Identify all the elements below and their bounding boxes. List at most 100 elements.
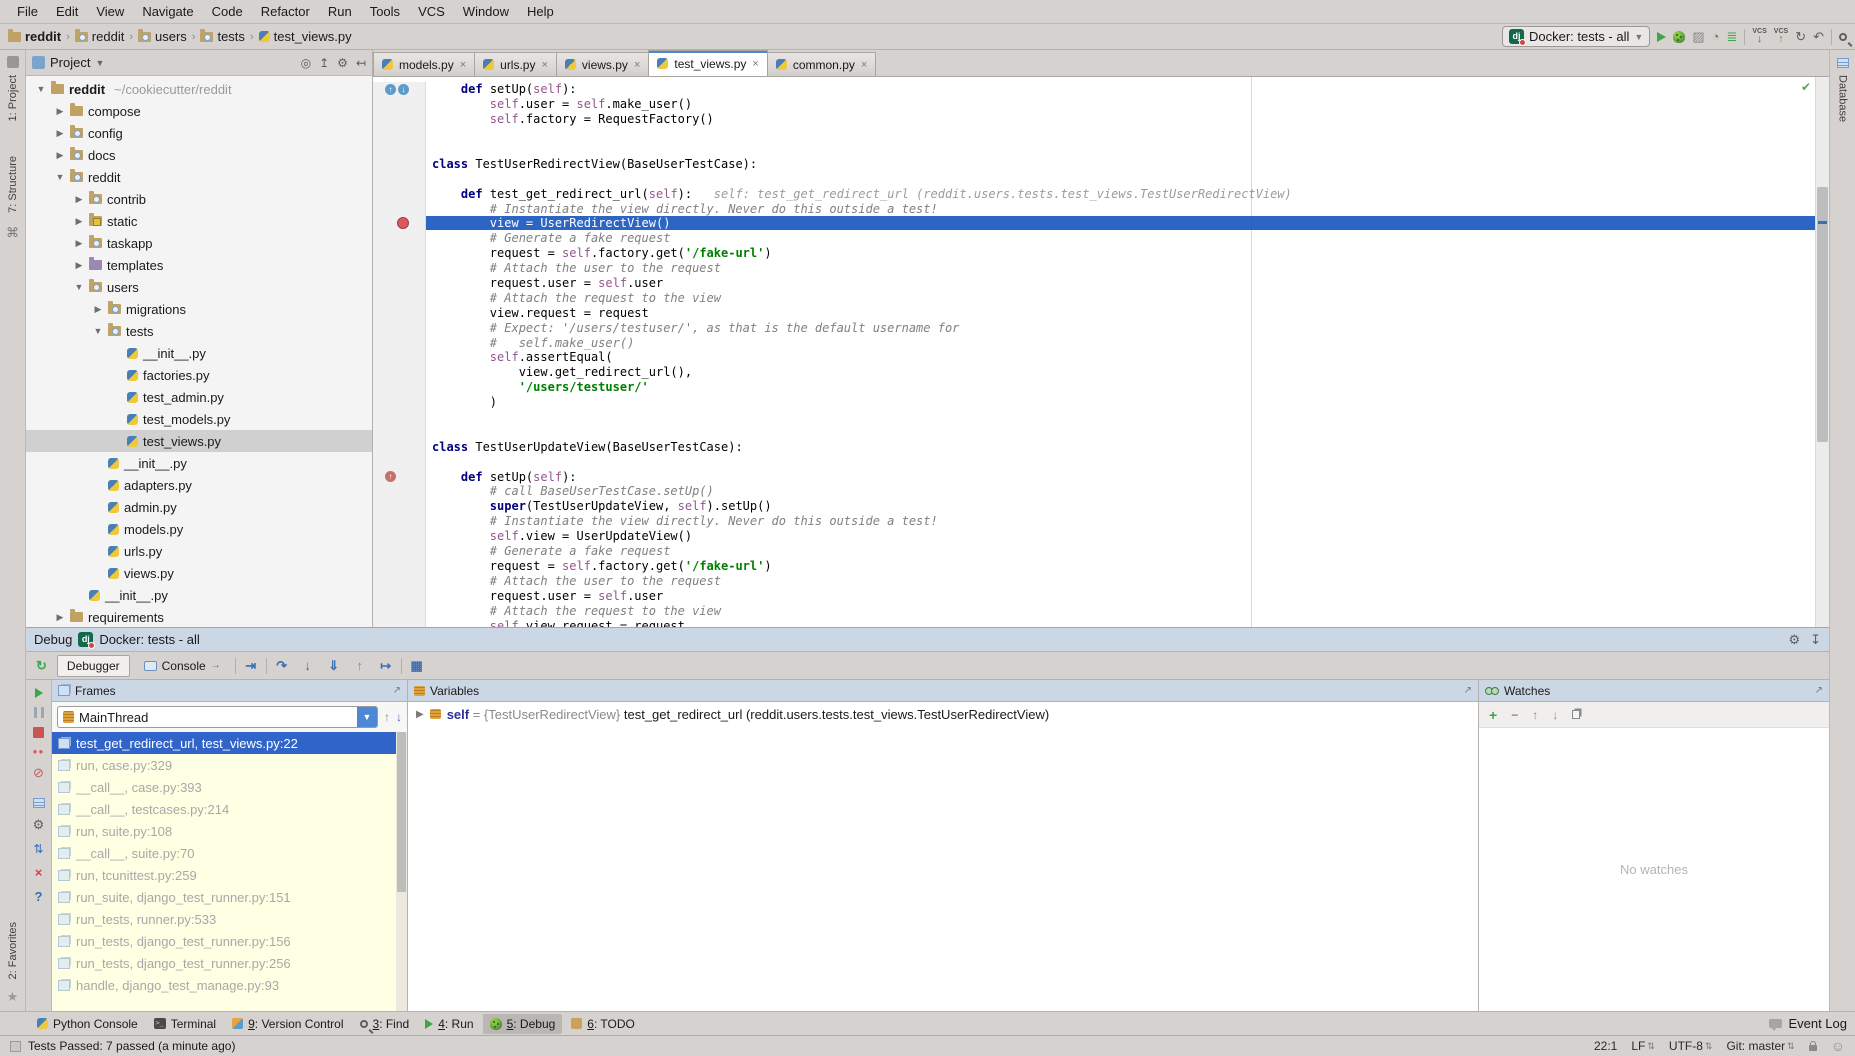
editor-tab-views-py[interactable]: views.py× — [556, 52, 649, 76]
step-over-button[interactable]: ↷ — [271, 658, 293, 674]
step-into-button[interactable]: ↓ — [297, 658, 319, 673]
code-text[interactable]: # Instantiate the view directly. Never d… — [426, 514, 1829, 528]
gutter[interactable] — [373, 424, 426, 439]
gutter[interactable] — [373, 529, 426, 544]
menu-edit[interactable]: Edit — [47, 2, 87, 21]
tab-console[interactable]: Console → — [134, 655, 231, 677]
gutter[interactable] — [373, 499, 426, 514]
code-line-27[interactable]: ↑ def setUp(self): — [373, 469, 1829, 484]
frame-row[interactable]: run, case.py:329 — [52, 754, 407, 776]
code-line-21[interactable]: '/users/testuser/' — [373, 380, 1829, 395]
gutter[interactable] — [373, 112, 426, 127]
code-line-29[interactable]: super(TestUserUpdateView, self).setUp() — [373, 499, 1829, 514]
gutter[interactable]: ↑↓ — [373, 82, 426, 97]
frame-row[interactable]: run_tests, runner.py:533 — [52, 908, 407, 930]
breakpoint-icon[interactable] — [397, 217, 409, 229]
rerun-button[interactable]: ↻ — [30, 659, 53, 672]
tree-item--init-py[interactable]: __init__.py — [26, 452, 372, 474]
code-text[interactable]: self.view.request = request — [426, 619, 1829, 628]
encoding-select[interactable]: UTF-8⇅ — [1669, 1039, 1713, 1053]
close-tab-icon[interactable]: × — [541, 59, 547, 71]
rollback-button[interactable]: ↶ — [1813, 30, 1824, 43]
run-dashboard-button[interactable]: ≣ — [1726, 30, 1737, 43]
code-line-5[interactable] — [373, 142, 1829, 157]
code-line-28[interactable]: # call BaseUserTestCase.setUp() — [373, 484, 1829, 499]
gutter[interactable] — [373, 544, 426, 559]
toolwindow-button-python-console[interactable]: Python Console — [30, 1014, 145, 1034]
tree-item-taskapp[interactable]: ▶taskapp — [26, 232, 372, 254]
code-text[interactable]: # Instantiate the view directly. Never d… — [426, 202, 1829, 216]
code-line-10[interactable]: view = UserRedirectView() — [373, 216, 1829, 231]
gutter[interactable]: ↑ — [373, 469, 426, 484]
menu-navigate[interactable]: Navigate — [133, 2, 202, 21]
tree-item-test-models-py[interactable]: test_models.py — [26, 408, 372, 430]
gutter[interactable] — [373, 559, 426, 574]
event-log-button[interactable]: Event Log — [1788, 1016, 1847, 1031]
evaluate-expression-button[interactable]: ▦ — [406, 658, 428, 674]
code-text[interactable]: '/users/testuser/' — [426, 380, 1829, 394]
hector-inspection-icon[interactable]: ☺ — [1831, 1038, 1845, 1054]
tree-item-views-py[interactable]: views.py — [26, 562, 372, 584]
code-text[interactable]: # Attach the user to the request — [426, 261, 1829, 275]
breadcrumb-item[interactable]: reddit — [8, 29, 61, 44]
close-tab-icon[interactable]: × — [861, 59, 867, 71]
gutter[interactable] — [373, 156, 426, 171]
variable-row[interactable]: ▶ self = {TestUserRedirectView} test_get… — [408, 702, 1478, 726]
locate-file-button[interactable]: ◎ — [301, 56, 311, 70]
menu-code[interactable]: Code — [203, 2, 252, 21]
code-line-4[interactable] — [373, 127, 1829, 142]
code-text[interactable]: request.user = self.user — [426, 276, 1829, 290]
status-message[interactable]: Tests Passed: 7 passed (a minute ago) — [28, 1039, 235, 1053]
run-button[interactable] — [1657, 32, 1666, 42]
code-line-23[interactable] — [373, 410, 1829, 425]
inspection-ok-icon[interactable]: ✔ — [1801, 80, 1811, 94]
float-panel-icon[interactable]: ↗ — [1464, 685, 1472, 696]
toolwindow-button-find[interactable]: 3: Find — [353, 1014, 417, 1034]
settings-icon[interactable]: ⚙ — [337, 56, 348, 70]
frame-row[interactable]: run_tests, django_test_runner.py:256 — [52, 952, 407, 974]
tree-item-test-views-py[interactable]: test_views.py — [26, 430, 372, 452]
menu-run[interactable]: Run — [319, 2, 361, 21]
code-line-12[interactable]: request = self.factory.get('/fake-url') — [373, 246, 1829, 261]
code-line-6[interactable]: class TestUserRedirectView(BaseUserTestC… — [373, 156, 1829, 171]
close-tab-icon[interactable]: × — [460, 59, 466, 71]
gutter[interactable] — [373, 261, 426, 276]
code-line-35[interactable]: request.user = self.user — [373, 588, 1829, 603]
close-tab-icon[interactable]: × — [634, 59, 640, 71]
code-text[interactable]: self.view = UserUpdateView() — [426, 529, 1829, 543]
search-everywhere-button[interactable] — [1839, 33, 1847, 41]
gutter[interactable] — [373, 127, 426, 142]
code-line-9[interactable]: # Instantiate the view directly. Never d… — [373, 201, 1829, 216]
gutter[interactable] — [373, 603, 426, 618]
editor-scrollbar[interactable] — [1815, 77, 1829, 627]
code-text[interactable]: def setUp(self): — [426, 82, 1829, 96]
code-line-36[interactable]: # Attach the request to the view — [373, 603, 1829, 618]
code-text[interactable]: # Generate a fake request — [426, 544, 1829, 558]
code-line-26[interactable] — [373, 454, 1829, 469]
toolwindow-button-run[interactable]: 4: Run — [418, 1014, 480, 1034]
tree-item-config[interactable]: ▶config — [26, 122, 372, 144]
pin-button[interactable]: ⇅ — [33, 842, 43, 856]
code-text[interactable]: # Attach the request to the view — [426, 291, 1829, 305]
thread-selector[interactable]: MainThread ▼ — [57, 706, 378, 728]
gutter[interactable] — [373, 484, 426, 499]
duplicate-watch-button[interactable] — [1572, 710, 1580, 719]
tree-toggle-icon[interactable]: ▶ — [55, 612, 65, 623]
close-tab-icon[interactable]: × — [752, 58, 758, 70]
code-text[interactable]: self.factory = RequestFactory() — [426, 112, 1829, 126]
database-icon[interactable] — [1837, 58, 1849, 68]
tree-item-tests[interactable]: ▼tests — [26, 320, 372, 342]
expand-arrow-icon[interactable]: ▶ — [416, 709, 424, 720]
tree-item-static[interactable]: ▶static — [26, 210, 372, 232]
code-text[interactable]: request = self.factory.get('/fake-url') — [426, 246, 1829, 260]
gutter[interactable] — [373, 216, 426, 231]
code-text[interactable]: # self.make_user() — [426, 336, 1829, 350]
frame-row[interactable]: __call__, testcases.py:214 — [52, 798, 407, 820]
tab-debugger[interactable]: Debugger — [57, 655, 130, 677]
gutter[interactable] — [373, 454, 426, 469]
gutter[interactable] — [373, 350, 426, 365]
previous-frame-button[interactable]: ↑ — [384, 710, 390, 724]
frame-row[interactable]: handle, django_test_manage.py:93 — [52, 974, 407, 996]
settings-icon[interactable]: ⚙ — [1788, 632, 1800, 648]
code-line-20[interactable]: view.get_redirect_url(), — [373, 365, 1829, 380]
